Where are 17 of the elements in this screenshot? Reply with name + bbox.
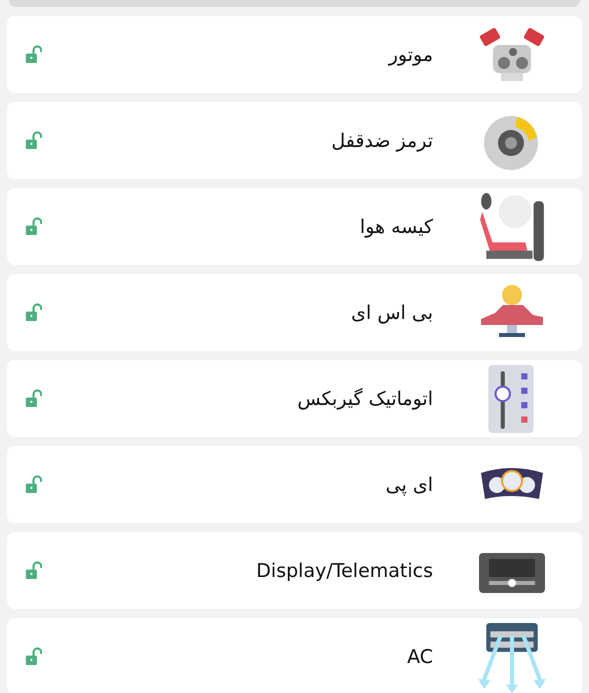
item-label: کیسه هوا bbox=[358, 216, 434, 238]
list-item[interactable]: ترمز ضدقفل bbox=[7, 102, 582, 179]
item-label: اتوماتیک گیربکس bbox=[296, 388, 434, 410]
item-label: AC bbox=[406, 646, 434, 668]
item-label: ترمز ضدقفل bbox=[330, 130, 434, 152]
item-label: بی اس ای bbox=[350, 302, 434, 324]
list-item[interactable]: Display/Telematics bbox=[7, 532, 582, 609]
list-item[interactable]: ای پی bbox=[7, 446, 582, 523]
item-label: Display/Telematics bbox=[255, 560, 434, 582]
air-vent-icon bbox=[476, 620, 548, 692]
item-label: ای پی bbox=[384, 474, 434, 496]
list-item[interactable]: بی اس ای bbox=[7, 274, 582, 351]
list-item[interactable]: اتوماتیک گیربکس bbox=[7, 360, 582, 437]
list-item[interactable]: موتور bbox=[7, 16, 582, 93]
list-item[interactable]: AC bbox=[7, 618, 582, 693]
list-item[interactable]: کیسه هوا bbox=[7, 188, 582, 265]
item-label: موتور bbox=[387, 44, 434, 66]
